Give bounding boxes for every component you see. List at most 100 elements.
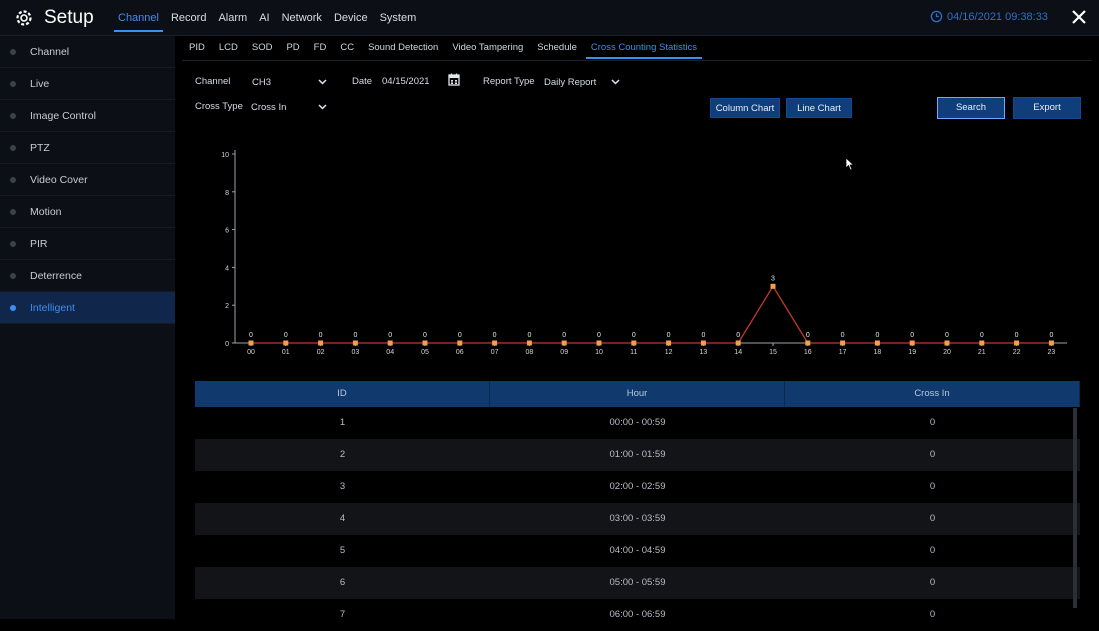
table-row: 5 04:00 - 04:59 0: [195, 535, 1080, 567]
close-icon[interactable]: [1070, 8, 1088, 26]
cell-id: 7: [339, 609, 346, 620]
data-label: 0: [736, 332, 740, 339]
x-tick-label: 03: [352, 349, 360, 356]
column-chart-button[interactable]: Column Chart: [710, 98, 780, 118]
tab-ai[interactable]: AI: [253, 0, 275, 36]
subtab-pd[interactable]: PD: [279, 36, 306, 60]
subtab-cross-counting-statistics[interactable]: Cross Counting Statistics: [584, 36, 704, 60]
tab-record[interactable]: Record: [165, 0, 212, 36]
data-point: [631, 340, 637, 346]
data-label: 0: [423, 332, 427, 339]
date-field[interactable]: 04/15/2021: [382, 76, 430, 87]
subtab-sod[interactable]: SOD: [245, 36, 280, 60]
x-tick-label: 09: [560, 349, 568, 356]
table-row: 2 01:00 - 01:59 0: [195, 439, 1080, 471]
line-chart-button[interactable]: Line Chart: [786, 98, 852, 118]
subtab-cc[interactable]: CC: [333, 36, 361, 60]
app-title: Setup: [44, 7, 94, 28]
data-label: 0: [980, 332, 984, 339]
table-row: 7 06:00 - 06:59 0: [195, 599, 1080, 631]
data-label: 0: [701, 332, 705, 339]
bullet-icon: [10, 113, 16, 119]
data-point: [735, 340, 741, 346]
sidebar-item-intelligent[interactable]: Intelligent: [0, 292, 175, 324]
calendar-icon[interactable]: [448, 73, 460, 86]
cell-id: 2: [339, 449, 346, 460]
chevron-down-icon[interactable]: [318, 79, 327, 85]
report-type-select[interactable]: Daily Report: [544, 77, 596, 88]
tab-device[interactable]: Device: [328, 0, 374, 36]
sidebar-item-pir[interactable]: PIR: [0, 228, 175, 260]
series-line: [251, 285, 1052, 344]
data-point: [666, 340, 672, 346]
data-label: 0: [945, 332, 949, 339]
chevron-down-icon[interactable]: [318, 104, 327, 110]
subtab-sound-detection[interactable]: Sound Detection: [361, 36, 445, 60]
subtab-lcd[interactable]: LCD: [212, 36, 245, 60]
data-point: [318, 340, 324, 346]
search-button[interactable]: Search: [937, 97, 1005, 119]
data-point: [840, 340, 846, 346]
sidebar-item-ptz[interactable]: PTZ: [0, 132, 175, 164]
subtab-schedule[interactable]: Schedule: [530, 36, 584, 60]
x-tick-label: 22: [1013, 349, 1021, 356]
table-row: 4 03:00 - 03:59 0: [195, 503, 1080, 535]
x-tick-label: 10: [595, 349, 603, 356]
bullet-icon: [10, 305, 16, 311]
chevron-down-icon[interactable]: [611, 79, 620, 85]
data-point: [561, 340, 567, 346]
cell-cross-in: 0: [929, 481, 936, 492]
data-point: [352, 340, 358, 346]
tab-network[interactable]: Network: [276, 0, 328, 36]
subtab-fd[interactable]: FD: [307, 36, 334, 60]
data-label: 0: [527, 332, 531, 339]
sidebar-item-label: Intelligent: [30, 302, 75, 314]
y-tick-label: 2: [225, 303, 229, 310]
tab-channel[interactable]: Channel: [112, 0, 165, 36]
statistics-table: ID Hour Cross In 1 00:00 - 00:59 0 2 01:00 …: [195, 381, 1080, 631]
sidebar-item-image-control[interactable]: Image Control: [0, 100, 175, 132]
subtab-pid[interactable]: PID: [182, 36, 212, 60]
data-point: [979, 340, 985, 346]
datetime-text: 04/16/2021 09:38:33: [947, 10, 1048, 23]
cell-hour: 04:00 - 04:59: [609, 545, 666, 556]
channel-label: Channel: [195, 76, 231, 87]
sidebar-item-channel[interactable]: Channel: [0, 36, 175, 68]
y-tick-label: 8: [225, 190, 229, 197]
sidebar-item-label: PIR: [30, 238, 48, 250]
sidebar-item-deterrence[interactable]: Deterrence: [0, 260, 175, 292]
table-row: 6 05:00 - 05:59 0: [195, 567, 1080, 599]
column-header-hour: Hour: [490, 381, 785, 407]
y-tick-label: 4: [225, 265, 229, 272]
data-label: 0: [1015, 332, 1019, 339]
gear-icon: [16, 10, 32, 26]
cross-type-select[interactable]: Cross In: [251, 102, 286, 113]
sidebar-item-video-cover[interactable]: Video Cover: [0, 164, 175, 196]
x-tick-label: 06: [456, 349, 464, 356]
tab-system[interactable]: System: [374, 0, 423, 36]
x-tick-label: 15: [769, 349, 777, 356]
subtab-video-tampering[interactable]: Video Tampering: [445, 36, 530, 60]
bullet-icon: [10, 177, 16, 183]
y-tick-label: 10: [221, 152, 229, 159]
data-label: 0: [806, 332, 810, 339]
sidebar-item-live[interactable]: Live: [0, 68, 175, 100]
x-tick-label: 14: [734, 349, 742, 356]
x-tick-label: 17: [839, 349, 847, 356]
cell-cross-in: 0: [929, 449, 936, 460]
cell-cross-in: 0: [929, 417, 936, 428]
tab-alarm[interactable]: Alarm: [212, 0, 253, 36]
bullet-icon: [10, 49, 16, 55]
clock-icon: [930, 10, 943, 23]
data-label: 0: [249, 332, 253, 339]
data-label: 0: [493, 332, 497, 339]
table-body: 1 00:00 - 00:59 0 2 01:00 - 01:59 0 3 02:00 -…: [195, 407, 1080, 631]
export-button[interactable]: Export: [1013, 97, 1081, 119]
sidebar-item-motion[interactable]: Motion: [0, 196, 175, 228]
data-label: 0: [388, 332, 392, 339]
table-scrollbar[interactable]: [1073, 408, 1077, 608]
x-tick-label: 08: [526, 349, 534, 356]
channel-select[interactable]: CH3: [252, 77, 271, 88]
data-label: 0: [1049, 332, 1053, 339]
x-tick-label: 16: [804, 349, 812, 356]
